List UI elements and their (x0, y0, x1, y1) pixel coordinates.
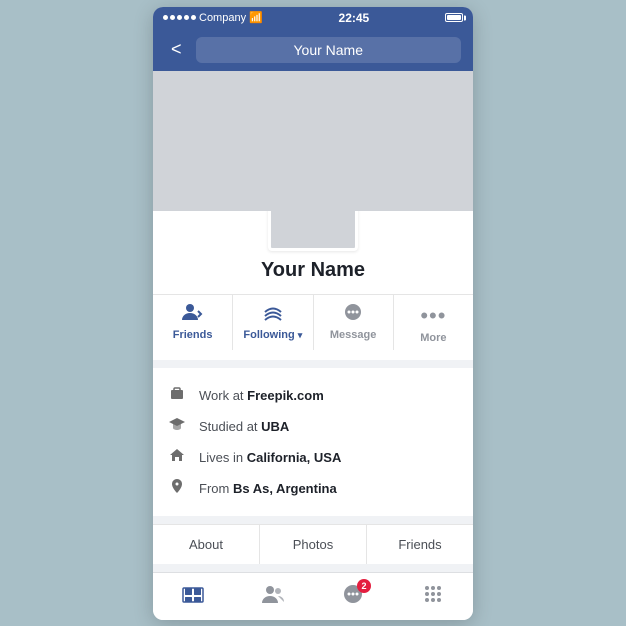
battery-icon (445, 13, 463, 22)
notification-badge: 2 (357, 579, 371, 593)
work-text: Work at Freepik.com (199, 388, 324, 403)
bottom-nav: 2 (153, 572, 473, 620)
location-icon (169, 478, 189, 499)
following-label: Following ▾ (243, 329, 302, 341)
action-bar: Friends Following ▾ (153, 294, 473, 350)
profile-section: Your Name Friends (153, 211, 473, 360)
message-label: Message (330, 329, 376, 341)
lives-text: Lives in California, USA (199, 450, 341, 465)
friends-label: Friends (173, 329, 213, 341)
signal-dots (163, 15, 196, 20)
home-icon (169, 447, 189, 468)
menu-nav-icon (422, 583, 444, 610)
bottom-menu[interactable] (393, 573, 473, 620)
profile-name: Your Name (261, 259, 365, 282)
status-time: 22:45 (339, 11, 370, 25)
following-button[interactable]: Following ▾ (233, 295, 313, 350)
cover-photo (153, 71, 473, 211)
nav-bar: < Your Name (153, 29, 473, 71)
status-bar: Company 📶 22:45 (153, 7, 473, 29)
wifi-icon: 📶 (249, 11, 263, 24)
following-icon (262, 303, 284, 326)
friends-icon (182, 303, 204, 326)
status-left: Company 📶 (163, 11, 263, 24)
message-button[interactable]: Message (314, 295, 394, 350)
phone-frame: Company 📶 22:45 < Your Name Your Name (153, 7, 473, 620)
profile-tabs: About Photos Friends (153, 524, 473, 564)
home-nav-icon (182, 584, 204, 609)
battery-fill (447, 15, 461, 20)
info-studied: Studied at UBA (169, 411, 457, 442)
back-button[interactable]: < (165, 37, 188, 62)
friends-button[interactable]: Friends (153, 295, 233, 350)
message-icon (342, 303, 364, 326)
info-work: Work at Freepik.com (169, 380, 457, 411)
nav-title: Your Name (196, 37, 461, 63)
from-text: From Bs As, Argentina (199, 481, 337, 496)
bottom-home[interactable] (153, 573, 233, 620)
info-lives: Lives in California, USA (169, 442, 457, 473)
friends-nav-icon (261, 584, 285, 609)
tab-photos[interactable]: Photos (260, 525, 367, 564)
bottom-notifications[interactable]: 2 (313, 573, 393, 620)
info-from: From Bs As, Argentina (169, 473, 457, 504)
studied-text: Studied at UBA (199, 419, 289, 434)
more-button[interactable]: ••• More (394, 295, 473, 350)
more-icon: ••• (420, 303, 446, 329)
bottom-friends[interactable] (233, 573, 313, 620)
info-section: Work at Freepik.com Studied at UBA Lives… (153, 368, 473, 516)
tab-friends[interactable]: Friends (367, 525, 473, 564)
work-icon (169, 385, 189, 406)
tab-about[interactable]: About (153, 525, 260, 564)
study-icon (169, 416, 189, 437)
more-label: More (420, 332, 446, 344)
status-right (445, 13, 463, 22)
carrier-label: Company (199, 12, 246, 24)
